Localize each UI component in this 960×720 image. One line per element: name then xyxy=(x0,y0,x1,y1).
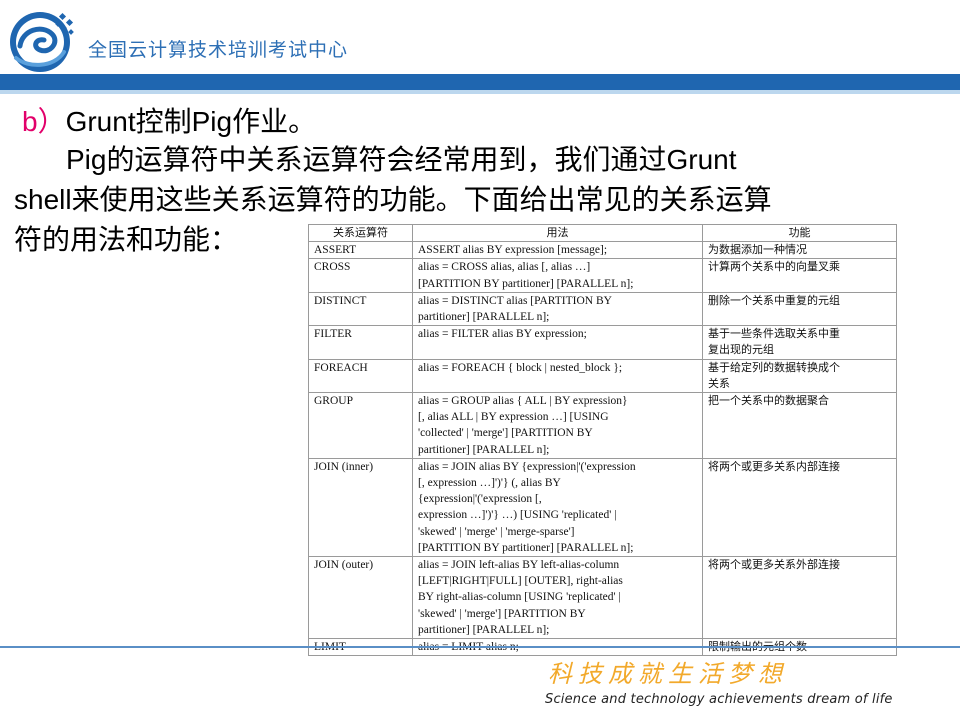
operator-cell: JOIN (inner) xyxy=(308,457,413,558)
cell-line: 把一个关系中的数据聚合 xyxy=(708,394,829,408)
usage-cell: alias = JOIN alias BY {expression|'('exp… xyxy=(412,457,703,558)
column-header-usage: 用法 xyxy=(412,223,703,243)
cell-line: 基于一些条件选取关系中重 xyxy=(708,327,840,341)
table-row: JOIN (inner) alias = JOIN alias BY {expre… xyxy=(308,457,897,558)
cell-line: alias = JOIN alias BY {expression|'('exp… xyxy=(418,460,636,473)
header-rule xyxy=(0,74,960,94)
slogan-english: Science and technology achievements drea… xyxy=(545,692,893,707)
heading-marker: b） xyxy=(22,106,66,137)
heading-text: Grunt控制Pig作业。 xyxy=(65,106,317,137)
operator-cell: JOIN (outer) xyxy=(308,556,413,640)
table-row: CROSS alias = CROSS alias, alias [, alias… xyxy=(308,258,897,293)
cell-line: 'skewed' | 'merge'] [PARTITION BY xyxy=(418,607,586,620)
cell-line: 基于给定列的数据转换成个 xyxy=(708,360,840,374)
cell-line: 将两个或更多关系内部连接 xyxy=(708,459,840,473)
table-row: DISTINCT alias = DISTINCT alias [PARTITIO… xyxy=(308,291,897,327)
section-heading: b）Grunt控制Pig作业。 xyxy=(22,100,316,140)
cell-line: {expression|'('expression [, xyxy=(418,493,542,506)
paragraph-line: shell来使用这些关系运算符的功能。下面给出常见的关系运算 xyxy=(14,184,772,215)
function-cell: 删除一个关系中重复的元组 xyxy=(702,291,897,327)
table-body: ASSERT ASSERT alias BY expression [messag… xyxy=(308,241,897,657)
slogan-chinese: 科技成就生活梦想 xyxy=(548,660,788,688)
operator-cell: ASSERT xyxy=(308,241,413,260)
cell-line: 'collected' | 'merge'] [PARTITION BY xyxy=(418,427,593,440)
cell-line: 复出现的元组 xyxy=(708,343,774,357)
cell-line: alias = FILTER alias BY expression; xyxy=(418,328,587,341)
cell-line: alias = DISTINCT alias [PARTITION BY xyxy=(418,294,612,307)
cell-line: partitioner] [PARALLEL n]; xyxy=(418,443,550,456)
cell-line: [, alias ALL | BY expression …] [USING xyxy=(418,411,609,424)
relational-operators-table-container: 关系运算符 用法 功能 ASSERT ASSERT alias BY expres… xyxy=(308,223,897,657)
operator-cell: GROUP xyxy=(308,392,413,459)
usage-cell: alias = GROUP alias { ALL | BY expressio… xyxy=(412,392,703,459)
function-cell: 将两个或更多关系内部连接 xyxy=(702,457,897,558)
footer-rule xyxy=(0,646,960,648)
cell-line: 计算两个关系中的向量叉乘 xyxy=(708,260,840,274)
table-header-row: 关系运算符 用法 功能 xyxy=(308,223,897,243)
usage-cell: alias = DISTINCT alias [PARTITION BY part… xyxy=(412,291,703,327)
cell-line: [PARTITION BY partitioner] [PARALLEL n]; xyxy=(418,277,634,290)
function-cell: 将两个或更多关系外部连接 xyxy=(702,556,897,640)
usage-cell: alias = FILTER alias BY expression; xyxy=(412,325,703,360)
table-row: ASSERT ASSERT alias BY expression [messag… xyxy=(308,241,897,260)
cell-line: 将两个或更多关系外部连接 xyxy=(708,558,840,572)
cell-line: [PARTITION BY partitioner] [PARALLEL n]; xyxy=(418,541,634,554)
cell-line: 'skewed' | 'merge' | 'merge-sparse'] xyxy=(418,525,575,538)
cloud-swirl-logo-icon xyxy=(10,12,74,72)
cell-line: 为数据添加一种情况 xyxy=(708,243,807,257)
function-cell: 为数据添加一种情况 xyxy=(702,241,897,260)
table-row: FILTER alias = FILTER alias BY expression… xyxy=(308,325,897,360)
cell-line: alias = CROSS alias, alias [, alias …] xyxy=(418,261,591,274)
cell-line: expression …]')'} …) [USING 'replicated'… xyxy=(418,509,617,522)
operator-cell: CROSS xyxy=(308,258,413,293)
cell-line: partitioner] [PARALLEL n]; xyxy=(418,311,550,324)
usage-cell: alias = JOIN left-alias BY left-alias-co… xyxy=(412,556,703,640)
cell-line: alias = JOIN left-alias BY left-alias-co… xyxy=(418,559,620,572)
operator-cell: FOREACH xyxy=(308,358,413,394)
cell-line: alias = FOREACH { block | nested_block }… xyxy=(418,361,623,374)
cell-line: 关系 xyxy=(708,376,730,390)
column-header-operator: 关系运算符 xyxy=(308,223,413,243)
paragraph-line: Pig的运算符中关系运算符会经常用到，我们通过Grunt xyxy=(66,144,737,175)
cell-line: ASSERT alias BY expression [message]; xyxy=(418,244,608,257)
cell-line: partitioner] [PARALLEL n]; xyxy=(418,623,550,636)
cell-line: 删除一个关系中重复的元组 xyxy=(708,293,840,307)
usage-cell: alias = FOREACH { block | nested_block }… xyxy=(412,358,703,394)
column-header-function: 功能 xyxy=(702,223,897,243)
table-row: JOIN (outer) alias = JOIN left-alias BY l… xyxy=(308,556,897,640)
slide-header: 全国云计算技术培训考试中心 xyxy=(0,0,960,96)
function-cell: 基于给定列的数据转换成个 关系 xyxy=(702,358,897,394)
usage-cell: alias = CROSS alias, alias [, alias …] [P… xyxy=(412,258,703,293)
organization-name: 全国云计算技术培训考试中心 xyxy=(88,39,349,61)
operator-cell: DISTINCT xyxy=(308,291,413,327)
usage-cell: ASSERT alias BY expression [message]; xyxy=(412,241,703,260)
cell-line: [, expression …]')'} (, alias BY xyxy=(418,477,561,490)
table-row: GROUP alias = GROUP alias { ALL | BY expr… xyxy=(308,392,897,459)
cell-line: alias = GROUP alias { ALL | BY expressio… xyxy=(418,395,628,408)
function-cell: 基于一些条件选取关系中重 复出现的元组 xyxy=(702,325,897,360)
function-cell: 计算两个关系中的向量叉乘 xyxy=(702,258,897,293)
cell-line: BY right-alias-column [USING 'replicated… xyxy=(418,591,621,604)
function-cell: 把一个关系中的数据聚合 xyxy=(702,392,897,459)
relational-operators-table: 关系运算符 用法 功能 ASSERT ASSERT alias BY expres… xyxy=(308,223,897,657)
cell-line: [LEFT|RIGHT|FULL] [OUTER], right-alias xyxy=(418,575,623,588)
operator-cell: FILTER xyxy=(308,325,413,360)
table-row: FOREACH alias = FOREACH { block | nested_… xyxy=(308,358,897,394)
